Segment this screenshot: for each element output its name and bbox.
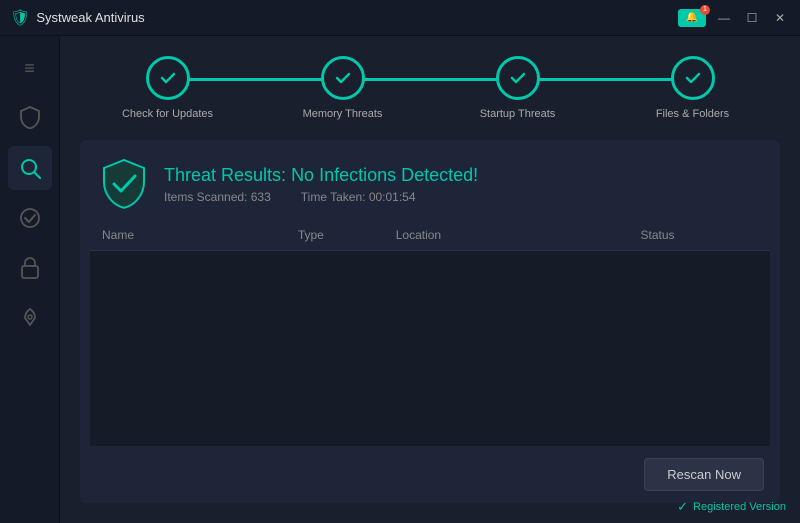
items-scanned: Items Scanned: 633 bbox=[164, 190, 271, 204]
step-startup-threats: Startup Threats bbox=[430, 56, 605, 120]
hamburger-menu[interactable]: ≡ bbox=[8, 46, 52, 90]
results-text: Threat Results: No Infections Detected! … bbox=[164, 165, 478, 204]
sidebar: ≡ bbox=[0, 36, 60, 523]
results-title: Threat Results: No Infections Detected! bbox=[164, 165, 478, 186]
checkmark-icon-2 bbox=[334, 69, 352, 87]
progress-steps: Check for Updates Memory Threats Startup… bbox=[80, 56, 780, 120]
scan-nav-icon bbox=[19, 157, 41, 179]
maximize-button[interactable]: ☐ bbox=[742, 8, 762, 28]
step-label-3: Startup Threats bbox=[480, 108, 556, 120]
results-title-highlight: No Infections Detected! bbox=[291, 165, 478, 185]
checkmark-icon-3 bbox=[509, 69, 527, 87]
step-files-folders: Files & Folders bbox=[605, 56, 780, 120]
results-header: Threat Results: No Infections Detected! … bbox=[80, 140, 780, 220]
content-area: Check for Updates Memory Threats Startup… bbox=[60, 36, 800, 523]
main-layout: ≡ bbox=[0, 36, 800, 523]
step-circle-2 bbox=[321, 56, 365, 100]
table-header: Name Type Location Status bbox=[90, 220, 770, 251]
results-footer: Rescan Now bbox=[80, 446, 780, 503]
table-body bbox=[90, 251, 770, 446]
step-label-4: Files & Folders bbox=[656, 108, 729, 120]
checkmark-icon-4 bbox=[684, 69, 702, 87]
rescan-button[interactable]: Rescan Now bbox=[644, 458, 764, 491]
col-location: Location bbox=[396, 228, 641, 242]
titlebar: 🛡 Systweak Antivirus 🔔 1 — ☐ ✕ bbox=[0, 0, 800, 36]
sidebar-item-check[interactable] bbox=[8, 196, 52, 240]
sidebar-item-privacy[interactable] bbox=[8, 246, 52, 290]
sidebar-item-shield[interactable] bbox=[8, 96, 52, 140]
col-type: Type bbox=[298, 228, 396, 242]
step-check-updates: Check for Updates bbox=[80, 56, 255, 120]
hamburger-icon: ≡ bbox=[24, 58, 35, 79]
notification-badge: 1 bbox=[700, 5, 710, 15]
results-meta: Items Scanned: 633 Time Taken: 00:01:54 bbox=[164, 190, 478, 204]
rocket-nav-icon bbox=[19, 307, 41, 329]
registered-text: Registered Version bbox=[693, 501, 786, 513]
checkmark-icon-1 bbox=[159, 69, 177, 87]
results-title-prefix: Threat Results: bbox=[164, 165, 286, 185]
results-table: Name Type Location Status bbox=[90, 220, 770, 446]
registered-icon: ✓ bbox=[677, 499, 688, 515]
check-nav-icon bbox=[19, 207, 41, 229]
col-status: Status bbox=[641, 228, 759, 242]
step-circle-1 bbox=[146, 56, 190, 100]
sidebar-item-scan[interactable] bbox=[8, 146, 52, 190]
shield-nav-icon bbox=[19, 106, 41, 130]
step-memory-threats: Memory Threats bbox=[255, 56, 430, 120]
step-circle-4 bbox=[671, 56, 715, 100]
time-taken: Time Taken: 00:01:54 bbox=[301, 190, 416, 204]
app-logo-icon: 🛡 bbox=[10, 8, 30, 28]
minimize-button[interactable]: — bbox=[714, 8, 734, 28]
results-panel: Threat Results: No Infections Detected! … bbox=[80, 140, 780, 503]
step-circle-3 bbox=[496, 56, 540, 100]
step-label-1: Check for Updates bbox=[122, 108, 213, 120]
close-button[interactable]: ✕ bbox=[770, 8, 790, 28]
lock-nav-icon bbox=[20, 256, 40, 280]
shield-result-icon bbox=[100, 158, 148, 210]
window-controls: — ☐ ✕ bbox=[714, 8, 790, 28]
status-bar: ✓ Registered Version bbox=[677, 499, 786, 515]
step-label-2: Memory Threats bbox=[303, 108, 383, 120]
col-name: Name bbox=[102, 228, 298, 242]
app-title: Systweak Antivirus bbox=[36, 10, 678, 25]
notification-icon[interactable]: 🔔 1 bbox=[678, 9, 706, 27]
sidebar-item-boost[interactable] bbox=[8, 296, 52, 340]
